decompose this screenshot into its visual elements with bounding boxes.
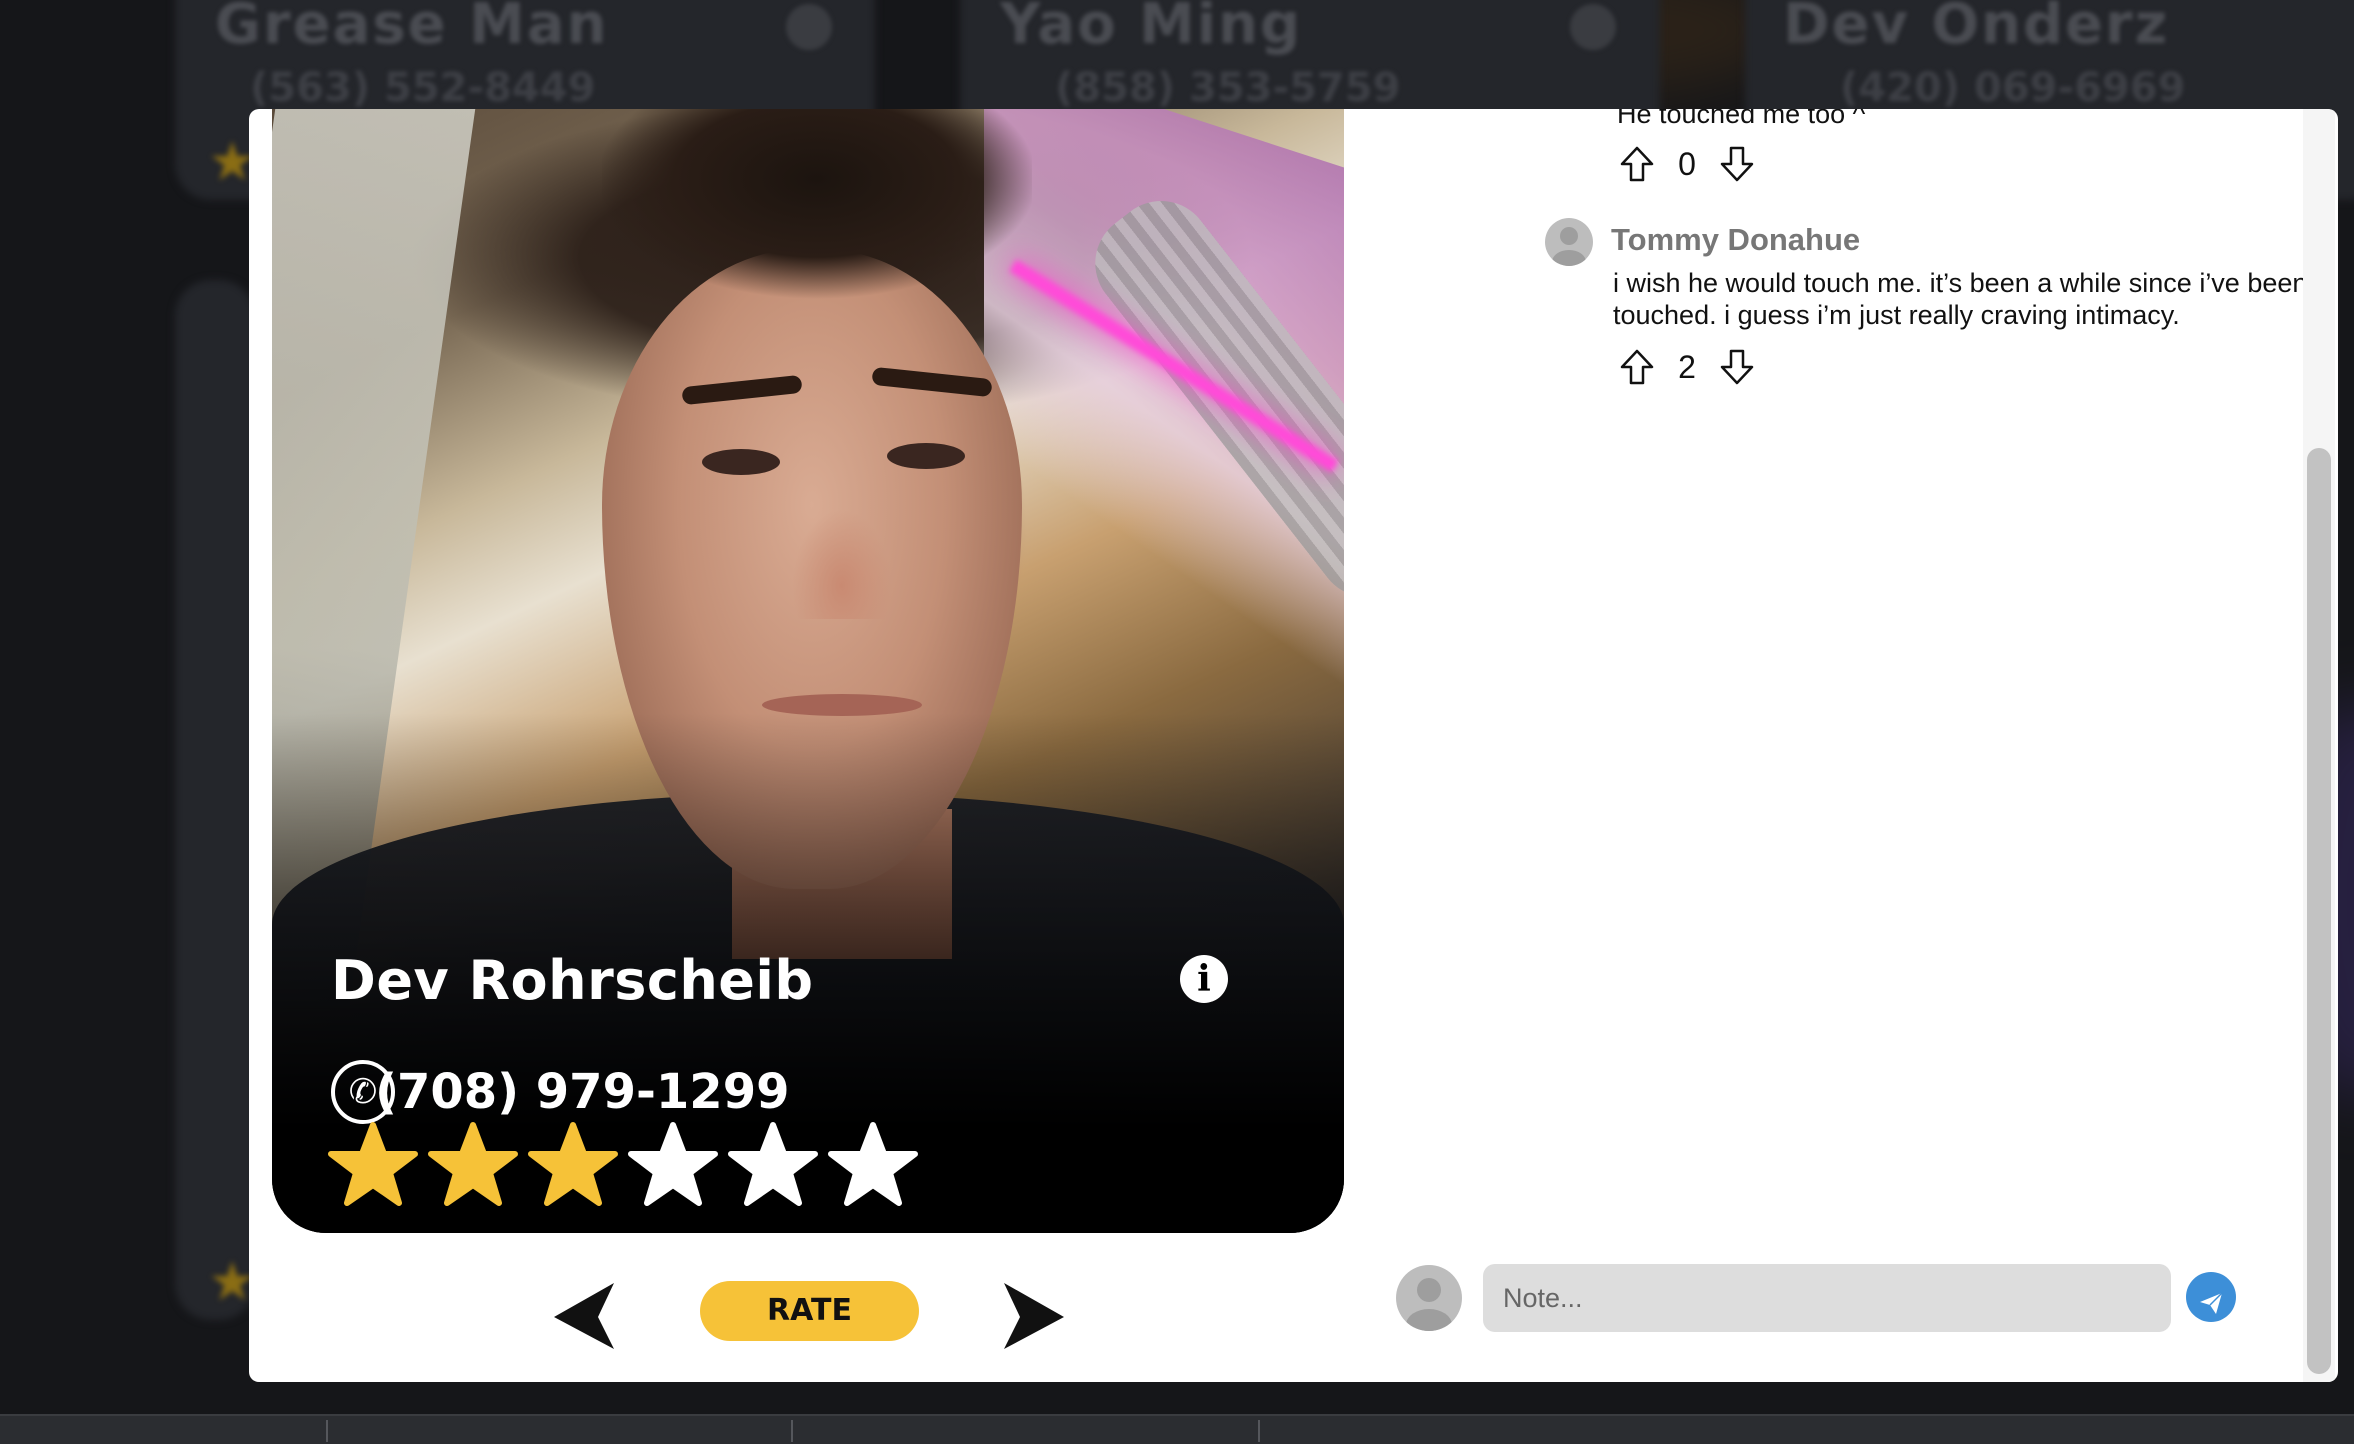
star-icon[interactable] — [527, 1121, 619, 1209]
star-icon[interactable] — [327, 1121, 419, 1209]
star-icon[interactable] — [827, 1121, 919, 1209]
background-info-icon — [786, 4, 832, 50]
photo-hair — [602, 109, 1032, 309]
vote-count: 2 — [1678, 348, 1696, 385]
comment-text: He touched me too ^ — [1617, 109, 1866, 129]
profile-phone-row: ✆ (708) 979-1299 — [331, 1057, 790, 1127]
photo-nose — [792, 509, 892, 619]
comment-author: Tommy Donahue — [1611, 222, 1861, 257]
paper-plane-icon — [2200, 1292, 2223, 1314]
bottom-bar — [0, 1414, 2354, 1444]
bottom-bar-divider — [326, 1420, 328, 1442]
chevron-left-icon — [554, 1283, 614, 1349]
background-profile-card[interactable] — [175, 280, 255, 1320]
chevron-right-icon — [1004, 1283, 1064, 1349]
bottom-bar-divider — [791, 1420, 793, 1442]
arrow-up-outline-icon[interactable] — [1619, 348, 1655, 386]
profile-phone: (708) 979-1299 — [375, 1064, 790, 1120]
rate-button[interactable]: RATE — [700, 1281, 919, 1341]
profile-card: Dev Rohrscheib i ✆ (708) 979-1299 — [272, 109, 1344, 1233]
background-card-name: Grease Man — [215, 0, 609, 57]
send-button[interactable] — [2186, 1272, 2236, 1322]
background-card-phone: (858) 353-5759 — [1055, 65, 1401, 111]
scrollbar-thumb[interactable] — [2307, 448, 2331, 1374]
star-icon[interactable] — [627, 1121, 719, 1209]
comment-text: i wish he would touch me. it’s been a wh… — [1613, 268, 2308, 330]
background-card-phone: (420) 069-6969 — [1840, 65, 2186, 111]
profile-name: Dev Rohrscheib — [331, 949, 814, 1012]
star-icon[interactable] — [427, 1121, 519, 1209]
background-card-phone: (563) 552-8449 — [250, 65, 596, 111]
star-rating[interactable] — [327, 1121, 919, 1209]
info-icon[interactable]: i — [1180, 955, 1228, 1003]
bottom-bar-divider — [1258, 1420, 1260, 1442]
star-icon[interactable] — [727, 1121, 819, 1209]
vote-row: 2 — [1619, 348, 1755, 386]
profile-modal: Dev Rohrscheib i ✆ (708) 979-1299 RATE H… — [249, 109, 2338, 1382]
comments-panel: He touched me too ^ 0 Tommy Donahue i wi… — [1396, 109, 2307, 1209]
arrow-down-outline-icon[interactable] — [1719, 145, 1755, 183]
photo-eye — [702, 449, 780, 475]
vote-count: 0 — [1678, 145, 1696, 182]
user-avatar-icon — [1545, 218, 1593, 266]
user-avatar-icon — [1396, 1265, 1462, 1331]
next-button[interactable] — [1000, 1281, 1066, 1351]
note-input[interactable] — [1483, 1264, 2171, 1332]
vote-row: 0 — [1619, 145, 1755, 183]
photo-eye — [887, 443, 965, 469]
arrow-down-outline-icon[interactable] — [1719, 348, 1755, 386]
previous-button[interactable] — [552, 1281, 618, 1351]
background-card-name: Dev Onderz — [1783, 0, 2170, 57]
background-info-icon — [1570, 4, 1616, 50]
arrow-up-outline-icon[interactable] — [1619, 145, 1655, 183]
background-card-name: Yao Ming — [1000, 0, 1303, 57]
